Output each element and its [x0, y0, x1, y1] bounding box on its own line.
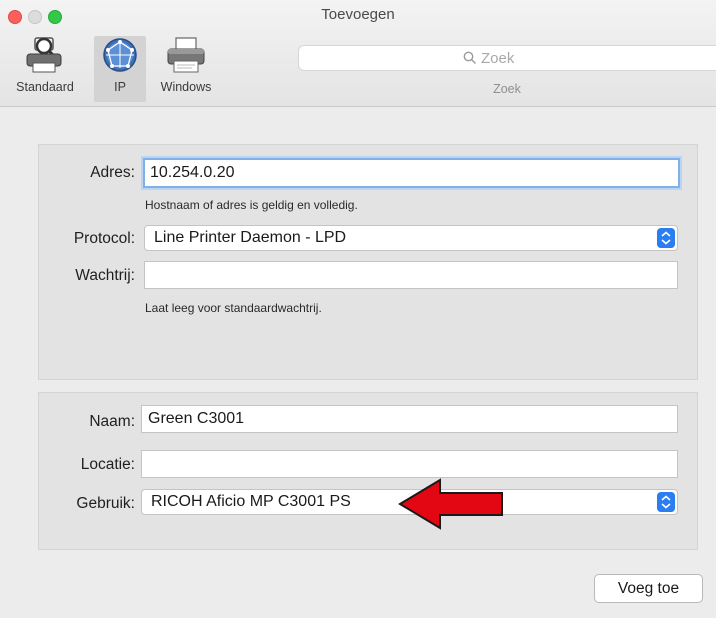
name-field[interactable]	[141, 405, 678, 433]
window-title: Toevoegen	[321, 6, 395, 23]
name-label: Naam:	[89, 413, 135, 430]
address-label: Adres:	[90, 164, 135, 181]
queue-field[interactable]	[144, 261, 678, 289]
search-icon	[463, 51, 477, 65]
chevron-up-down-icon	[657, 228, 675, 248]
location-field[interactable]	[141, 450, 678, 478]
add-button[interactable]: Voeg toe	[594, 574, 703, 603]
search-input[interactable]	[481, 48, 681, 68]
tool-windows-label: Windows	[160, 80, 212, 94]
add-printer-window: Toevoegen Standaard IP Windows Zoek Zoek…	[0, 0, 716, 618]
tool-windows[interactable]: Windows	[150, 36, 222, 102]
protocol-value: Line Printer Daemon - LPD	[154, 229, 347, 246]
toolbar: Toevoegen Standaard IP Windows Zoek Zoek	[0, 0, 716, 107]
printer-icon	[167, 37, 205, 73]
queue-label: Wachtrij:	[75, 267, 135, 284]
connection-panel: Adres: Hostnaam of adres is geldig en vo…	[38, 144, 698, 380]
location-label: Locatie:	[80, 456, 135, 473]
address-hint: Hostnaam of adres is geldig en volledig.	[145, 198, 358, 212]
use-label: Gebruik:	[76, 495, 135, 512]
tool-standaard-label: Standaard	[16, 80, 74, 94]
search-caption: Zoek	[493, 82, 521, 96]
red-arrow-annotation-icon	[398, 478, 503, 530]
tool-ip-label: IP	[114, 80, 126, 94]
tool-standaard[interactable]: Standaard	[2, 36, 88, 102]
chevron-up-down-icon	[657, 492, 675, 512]
tool-ip[interactable]: IP	[94, 36, 146, 102]
use-driver-value: RICOH Aficio MP C3001 PS	[151, 493, 351, 510]
printer-panel: Naam: Locatie: Gebruik: RICOH Aficio MP …	[38, 392, 698, 550]
queue-hint: Laat leeg voor standaardwachtrij.	[145, 301, 322, 315]
address-field[interactable]	[143, 158, 680, 188]
protocol-label: Protocol:	[73, 230, 135, 247]
printer-search-icon	[26, 37, 62, 73]
search-field[interactable]	[298, 45, 716, 71]
protocol-popup[interactable]: Line Printer Daemon - LPD	[144, 225, 678, 251]
globe-network-icon	[103, 38, 137, 72]
